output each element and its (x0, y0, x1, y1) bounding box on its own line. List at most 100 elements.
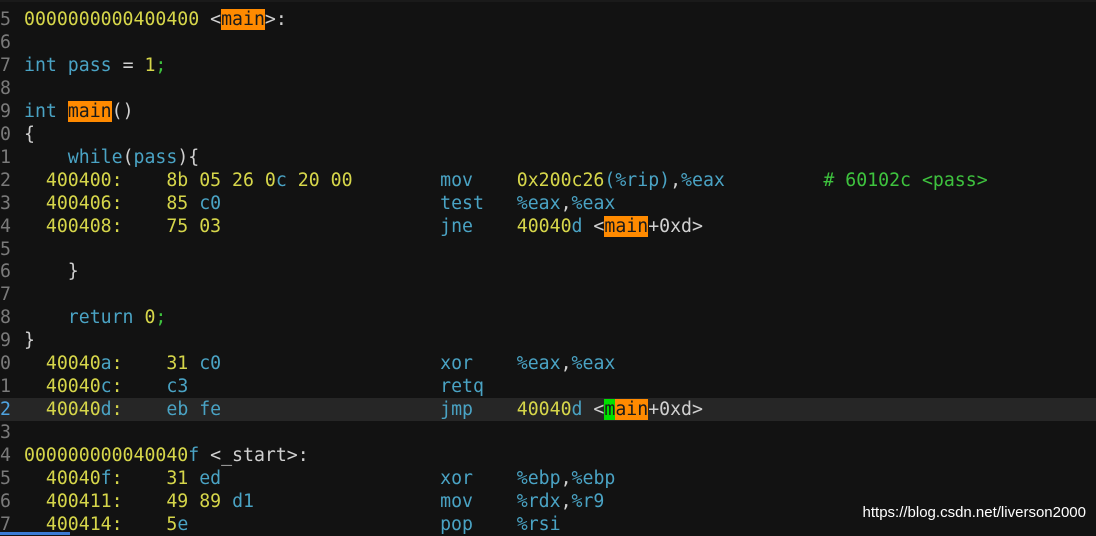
code-token: ed (199, 468, 222, 489)
code-token: %eax (571, 192, 616, 214)
code-token: d (571, 215, 583, 237)
code-token: xor (221, 353, 517, 375)
current-code-line[interactable]: 2 40040d: eb fe jmp 40040d <main+0xd> (0, 398, 1096, 422)
code-token: e (177, 513, 189, 535)
code-line[interactable]: 7 int pass = 1; (0, 54, 1096, 77)
line-number: 3 (0, 192, 11, 214)
line-number: 7 (0, 54, 11, 76)
code-line[interactable]: 9} (0, 329, 1096, 352)
code-line[interactable]: 1 40040c: c3 retq (0, 375, 1096, 398)
code-token: 0x200c26 (516, 169, 605, 191)
code-token: 20 00 (286, 169, 353, 191)
code-text: } (24, 329, 35, 352)
code-line[interactable]: 6 (0, 31, 1096, 54)
line-number: 4 (0, 445, 11, 467)
code-text: 40040c: c3 retq (24, 375, 484, 398)
code-token: 31 (122, 353, 200, 375)
code-token: 0000000000400400 (24, 9, 200, 30)
code-line[interactable]: 3 400406: 85 c0 test %eax,%eax (0, 192, 1096, 215)
code-token: < (582, 215, 605, 237)
code-token: c (100, 376, 112, 398)
code-text: 400414: 5e pop %rsi (24, 513, 561, 536)
code-token: pass (56, 54, 123, 76)
code-token: %ebp (516, 468, 561, 489)
code-line[interactable]: 5 40040f: 31 ed xor %ebp,%ebp (0, 467, 1096, 490)
line-number: 6 (0, 31, 11, 53)
code-token: ){ (177, 146, 200, 168)
code-token: 400408: (24, 215, 123, 237)
code-token: a (100, 353, 112, 375)
code-line[interactable]: 2 400400: 8b 05 26 0c 20 00 mov 0x200c26… (0, 169, 1096, 192)
code-token: test (221, 192, 517, 214)
code-token: 40040 (24, 353, 101, 375)
code-token: while (24, 146, 123, 168)
code-token: < (582, 399, 605, 421)
code-line[interactable]: 4 000000000040040f <_start>: (0, 444, 1096, 467)
code-token: () (111, 100, 134, 122)
line-number: 2 (0, 399, 11, 421)
code-line[interactable]: 7 (0, 283, 1096, 306)
code-token: : (111, 399, 123, 421)
code-token: retq (188, 376, 484, 398)
line-number: 9 (0, 100, 11, 122)
line-number: 6 (0, 490, 11, 512)
code-line[interactable]: 3 (0, 421, 1096, 444)
code-token: 40040 (24, 399, 101, 421)
code-token: , (670, 169, 682, 191)
code-line[interactable]: 8 (0, 77, 1096, 100)
code-token: d1 (232, 490, 254, 512)
code-token: 40040 (24, 468, 101, 489)
code-token: , (560, 468, 572, 489)
code-line[interactable]: 0{ (0, 123, 1096, 146)
code-token: f (100, 468, 112, 489)
code-token: pop (188, 513, 517, 535)
code-line[interactable]: 6 } (0, 260, 1096, 283)
code-token: %ebp (571, 468, 616, 489)
code-line[interactable]: 8 return 0; (0, 306, 1096, 329)
code-line[interactable]: 4 400408: 75 03 jne 40040d <main+0xd> (0, 215, 1096, 238)
search-highlight: main (604, 215, 649, 237)
code-token: ; (155, 54, 167, 76)
code-token: } (24, 261, 79, 283)
code-text: 000000000040040f <_start>: (24, 444, 309, 467)
code-editor[interactable]: 5 0000000000400400 <main>: 6 7 int pass = 1;… (0, 0, 1096, 535)
code-line[interactable]: 5 (0, 238, 1096, 261)
code-token: 000000000040040 (24, 445, 189, 467)
code-text: 400406: 85 c0 test %eax,%eax (24, 192, 615, 215)
code-token: { (24, 123, 35, 145)
code-token: , (560, 192, 572, 214)
code-line[interactable]: 9 int main() (0, 100, 1096, 123)
code-token: %rsi (516, 513, 561, 535)
code-text: while(pass){ (24, 146, 199, 169)
code-token: 40040 (516, 215, 572, 237)
code-token: 1 (133, 54, 156, 76)
code-token: c (275, 169, 287, 191)
code-line[interactable]: 0 40040a: 31 c0 xor %eax,%eax (0, 352, 1096, 375)
code-text: return 0; (24, 306, 167, 329)
line-number: 8 (0, 307, 11, 329)
code-line[interactable]: 5 0000000000400400 <main>: (0, 8, 1096, 31)
watermark-text: https://blog.csdn.net/liverson2000 (862, 504, 1086, 521)
code-token: ( (122, 146, 134, 168)
code-token: eb fe (166, 399, 222, 421)
code-line[interactable]: 1 while(pass){ (0, 146, 1096, 169)
code-token: return (24, 307, 134, 329)
code-token: mov (253, 490, 517, 512)
code-token: >: (264, 9, 287, 30)
code-token: %r9 (571, 490, 605, 512)
code-text: int pass = 1; (24, 54, 166, 77)
line-number: 1 (0, 146, 11, 168)
code-token: 40040 (516, 399, 572, 421)
code-text: 40040f: 31 ed xor %ebp,%ebp (24, 467, 615, 490)
code-token: , (560, 490, 572, 512)
code-token: int (24, 54, 57, 76)
code-token: %eax (681, 169, 725, 191)
line-number: 0 (0, 353, 11, 375)
line-number: 4 (0, 215, 11, 237)
code-token: < (199, 9, 222, 30)
code-text: 40040d: eb fe jmp 40040d <main+0xd> (24, 398, 703, 421)
code-token: +0xd> (648, 215, 703, 237)
code-token: = (122, 54, 134, 76)
code-text: { (24, 123, 35, 146)
